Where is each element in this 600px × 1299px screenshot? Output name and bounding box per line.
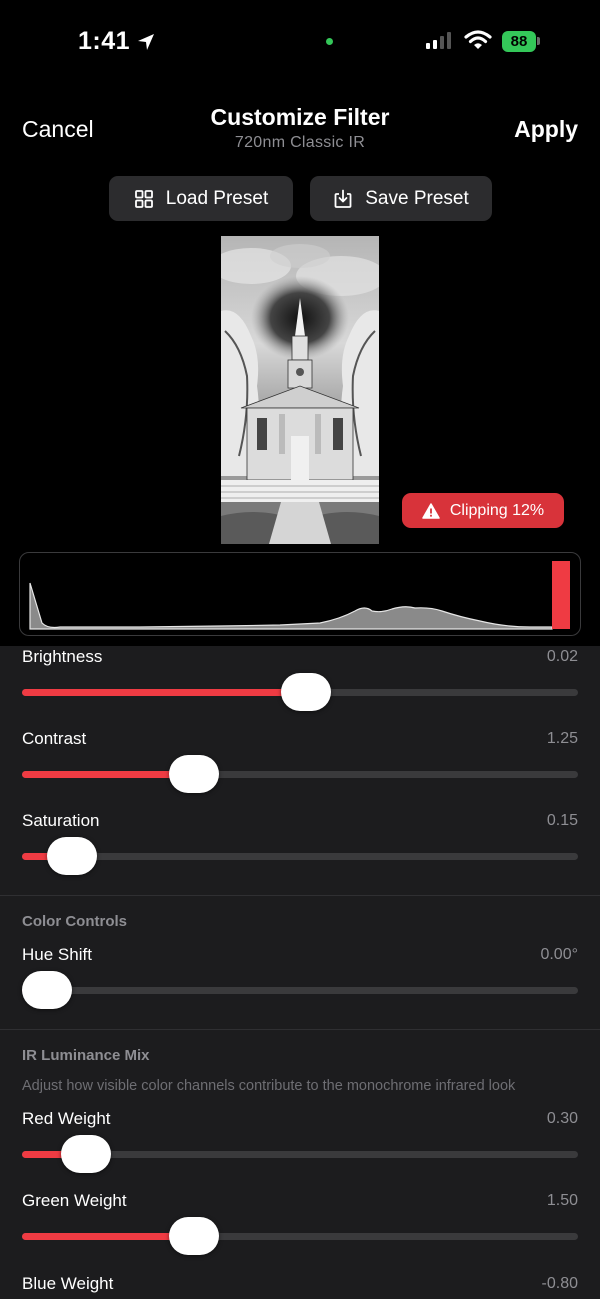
- histogram: [19, 552, 581, 636]
- page-subtitle: 720nm Classic IR: [234, 134, 366, 151]
- brightness-value: 0.02: [546, 648, 578, 665]
- histogram-graph: [29, 561, 570, 630]
- brightness-slider-fill: [22, 689, 306, 696]
- filter-preview-image: [221, 236, 379, 544]
- status-time: 1:41: [78, 27, 156, 56]
- contrast-value: 1.25: [546, 730, 578, 747]
- download-tray-icon: [334, 189, 352, 208]
- apply-button[interactable]: Apply: [514, 116, 578, 143]
- warning-triangle-icon: [422, 502, 440, 519]
- ir-mix-description: Adjust how visible color channels contri…: [22, 1078, 516, 1094]
- ir-mix-header: IR Luminance Mix: [22, 1047, 150, 1064]
- save-preset-button[interactable]: Save Preset: [310, 176, 492, 221]
- clipping-badge: Clipping 12%: [402, 493, 564, 528]
- color-controls-header: Color Controls: [22, 913, 127, 930]
- hue-shift-slider[interactable]: [22, 971, 578, 1009]
- section-divider: [0, 1029, 600, 1030]
- contrast-slider-thumb[interactable]: [169, 755, 220, 793]
- wifi-icon: [464, 30, 492, 49]
- cellular-signal-icon: [426, 31, 451, 49]
- camera-in-use-indicator: [326, 38, 333, 45]
- save-preset-label: Save Preset: [365, 187, 469, 209]
- battery-icon: 88: [502, 30, 540, 52]
- blue-weight-value: -0.80: [541, 1275, 578, 1292]
- red-weight-label: Red Weight: [22, 1109, 111, 1128]
- green-weight-slider-thumb[interactable]: [169, 1217, 220, 1255]
- battery-level: 88: [502, 30, 536, 52]
- adjustments-panel: Brightness 0.02 Contrast 1.25 Saturation…: [0, 646, 600, 1299]
- contrast-label: Contrast: [22, 729, 87, 748]
- hue-shift-label: Hue Shift: [22, 945, 92, 964]
- brightness-label: Brightness: [22, 647, 103, 666]
- section-divider: [0, 895, 600, 896]
- red-weight-slider-thumb[interactable]: [60, 1135, 111, 1173]
- green-weight-slider[interactable]: [22, 1217, 578, 1255]
- green-weight-label: Green Weight: [22, 1191, 127, 1210]
- page-title: Customize Filter: [210, 104, 390, 130]
- clipping-badge-label: Clipping 12%: [449, 501, 545, 519]
- hue-shift-slider-thumb[interactable]: [22, 971, 73, 1009]
- saturation-slider-thumb[interactable]: [47, 837, 98, 875]
- saturation-value: 0.15: [546, 812, 578, 829]
- ir-church-illustration: [221, 236, 379, 544]
- status-time-text: 1:41: [78, 27, 131, 55]
- saturation-label: Saturation: [22, 811, 100, 830]
- load-preset-button[interactable]: Load Preset: [109, 176, 293, 221]
- grid-icon: [134, 189, 153, 208]
- status-bar: 1:41 88: [0, 0, 600, 84]
- brightness-slider[interactable]: [22, 673, 578, 711]
- red-weight-slider[interactable]: [22, 1135, 578, 1173]
- contrast-slider[interactable]: [22, 755, 578, 793]
- hue-shift-value: 0.00°: [540, 946, 578, 963]
- location-arrow-icon: [138, 33, 155, 50]
- brightness-slider-thumb[interactable]: [280, 673, 331, 711]
- saturation-slider[interactable]: [22, 837, 578, 875]
- green-weight-value: 1.50: [546, 1192, 578, 1209]
- blue-weight-label: Blue Weight: [22, 1274, 114, 1293]
- red-weight-value: 0.30: [546, 1110, 578, 1127]
- load-preset-label: Load Preset: [165, 187, 269, 209]
